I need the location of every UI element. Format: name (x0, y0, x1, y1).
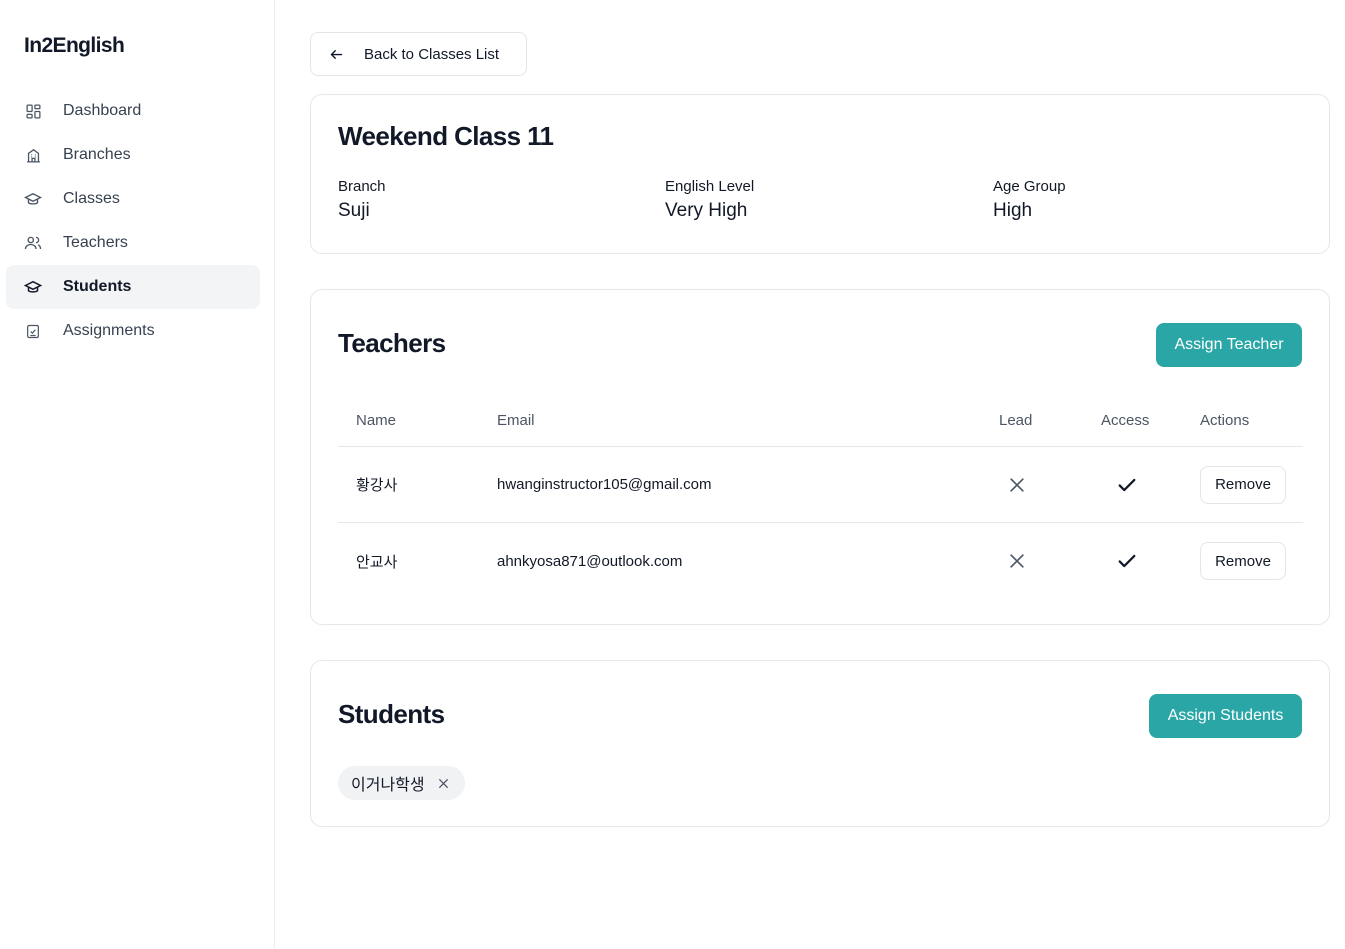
teachers-section-title: Teachers (338, 328, 446, 358)
students-section-title: Students (338, 699, 445, 729)
sidebar-item-label: Teachers (63, 234, 128, 251)
student-chip: 이거나학생 (338, 766, 465, 800)
student-chip-label: 이거나학생 (351, 777, 425, 794)
access-check-icon (1116, 447, 1138, 522)
sidebar-item-branches[interactable]: Branches (6, 133, 260, 177)
sidebar-item-label: Dashboard (63, 102, 142, 119)
students-card: Students Assign Students 이거나학생 (310, 660, 1330, 827)
english-level-value: Very High (665, 200, 748, 221)
age-group-value: High (993, 200, 1033, 221)
dashboard-icon (24, 102, 42, 120)
age-group-label: Age Group (993, 178, 1066, 195)
teacher-email: hwanginstructor105@gmail.com (497, 476, 712, 493)
sidebar-item-assignments[interactable]: Assignments (6, 309, 260, 353)
back-to-classes-button[interactable]: Back to Classes List (310, 32, 527, 76)
lead-no-icon (1007, 447, 1027, 522)
users-icon (24, 234, 42, 252)
sidebar-nav: Dashboard Branches Classes Teachers Stud… (6, 89, 260, 353)
assign-students-button[interactable]: Assign Students (1149, 694, 1302, 738)
branch-building-icon (24, 146, 42, 164)
back-button-label: Back to Classes List (364, 45, 500, 63)
sidebar-item-label: Branches (63, 146, 131, 163)
teacher-email: ahnkyosa871@outlook.com (497, 552, 683, 570)
teachers-card: Teachers Assign Teacher Name Email Lead … (310, 289, 1330, 625)
sidebar-item-label: Assignments (63, 322, 155, 339)
age-group-info: Age Group High (993, 178, 1066, 222)
app-logo-title[interactable]: In2English (24, 34, 125, 58)
sidebar-item-label: Students (63, 278, 132, 295)
sidebar-item-students[interactable]: Students (6, 265, 260, 309)
sidebar-item-label: Classes (63, 190, 120, 207)
table-header: Name Email Lead Access Actions (338, 398, 1303, 447)
english-level-label: English Level (665, 178, 755, 195)
table-row: 황강사 hwanginstructor105@gmail.com Remove (338, 447, 1303, 523)
lead-no-icon (1007, 523, 1027, 599)
sidebar-item-dashboard[interactable]: Dashboard (6, 89, 260, 133)
actions-cell: Remove (1200, 447, 1286, 522)
english-level-info: English Level Very High (665, 178, 754, 222)
access-check-icon (1116, 523, 1138, 599)
graduation-cap-icon (24, 278, 42, 296)
column-header-actions: Actions (1200, 412, 1250, 429)
branch-info: Branch Suji (338, 178, 386, 222)
class-info-card: Weekend Class 11 Branch Suji English Lev… (310, 94, 1330, 254)
assign-teacher-button[interactable]: Assign Teacher (1156, 323, 1302, 367)
teacher-name: 황강사 (356, 477, 398, 494)
sidebar-item-teachers[interactable]: Teachers (6, 221, 260, 265)
column-header-name: Name (356, 412, 397, 429)
remove-teacher-button[interactable]: Remove (1200, 542, 1286, 580)
remove-teacher-button[interactable]: Remove (1200, 465, 1286, 504)
teachers-table: Name Email Lead Access Actions 황강사 hwang… (338, 398, 1303, 599)
column-header-email: Email (497, 412, 535, 429)
arrow-left-icon (329, 46, 345, 62)
sidebar: In2English Dashboard Branches Classes Te… (0, 0, 275, 949)
branch-value: Suji (338, 200, 370, 221)
actions-cell: Remove (1200, 523, 1286, 599)
column-header-access: Access (1101, 412, 1150, 429)
class-title: Weekend Class 11 (338, 121, 554, 151)
teacher-name: 안교사 (356, 553, 398, 571)
sidebar-item-classes[interactable]: Classes (6, 177, 260, 221)
clipboard-check-icon (24, 322, 42, 340)
close-icon[interactable] (437, 776, 451, 790)
column-header-lead: Lead (999, 412, 1033, 429)
branch-label: Branch (338, 178, 386, 195)
table-row: 안교사 ahnkyosa871@outlook.com Remove (338, 523, 1303, 599)
graduation-cap-icon (24, 190, 42, 208)
